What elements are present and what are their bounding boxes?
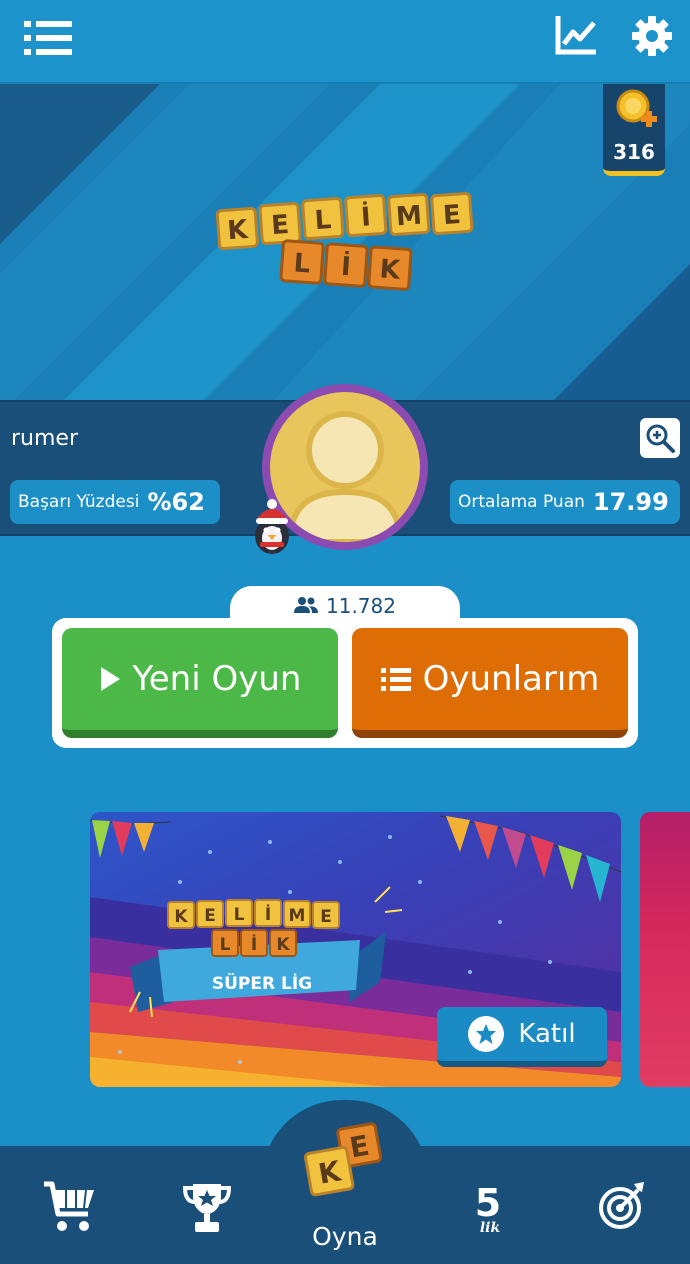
svg-text:K: K	[379, 254, 402, 285]
banner-ribbon-text: SÜPER LİG	[212, 972, 312, 994]
svg-text:E: E	[442, 200, 462, 231]
username: rumer	[11, 426, 78, 451]
my-games-button[interactable]: Oyunlarım	[352, 628, 628, 738]
join-button[interactable]: Katıl	[437, 1007, 607, 1067]
average-score-label: Ortalama Puan	[458, 492, 585, 512]
svg-text:K: K	[226, 215, 249, 246]
target-icon[interactable]	[598, 1180, 646, 1232]
star-icon	[468, 1016, 505, 1052]
play-icon	[99, 666, 121, 692]
play-label[interactable]: Oyna	[295, 1222, 395, 1251]
play-tiles-icon[interactable]: E K	[302, 1122, 388, 1202]
penguin-badge-icon	[255, 499, 289, 554]
success-rate-value: %62	[147, 488, 205, 516]
next-banner-preview[interactable]	[640, 812, 690, 1087]
new-game-label: Yeni Oyun	[132, 659, 302, 699]
kelimelik-logo: K E L İ M E L İ K	[215, 192, 474, 291]
success-rate-pill: Başarı Yüzdesi %62	[10, 480, 220, 524]
gear-icon[interactable]	[628, 12, 676, 60]
menu-list-icon[interactable]	[22, 18, 76, 58]
svg-text:E: E	[270, 210, 290, 241]
shop-cart-icon[interactable]	[42, 1180, 98, 1234]
banner-logo-letter: L	[220, 935, 231, 955]
list-icon	[380, 667, 411, 691]
trophy-icon[interactable]	[182, 1182, 232, 1234]
people-icon	[294, 597, 318, 613]
coin-count: 316	[613, 140, 655, 164]
online-count: 11.782	[326, 594, 396, 618]
top-bar	[0, 0, 690, 84]
new-game-button[interactable]: Yeni Oyun	[62, 628, 338, 738]
success-rate-label: Başarı Yüzdesi	[18, 492, 140, 512]
coin-plus-icon	[616, 89, 657, 127]
banner-logo-letter: K	[276, 935, 290, 955]
svg-text:L: L	[293, 248, 312, 279]
average-score-pill: Ortalama Puan 17.99	[450, 480, 680, 524]
svg-text:5: 5	[475, 1181, 501, 1225]
svg-text:L: L	[314, 205, 333, 236]
coins-widget[interactable]: 316	[603, 84, 665, 176]
average-score-value: 17.99	[592, 488, 669, 516]
line-chart-icon[interactable]	[554, 14, 600, 58]
five-lik-icon[interactable]: 5 lik	[464, 1180, 512, 1236]
banner-logo-letter: E	[320, 907, 332, 927]
banner-logo-letter: E	[204, 906, 216, 926]
svg-text:M: M	[395, 201, 423, 233]
join-label: Katıl	[518, 1019, 576, 1049]
banner-logo-letter: L	[234, 905, 245, 925]
banner-logo-letter: İ	[251, 933, 257, 955]
hero-banner: K E L İ M E L İ K	[0, 84, 690, 400]
zoom-in-icon	[646, 424, 675, 453]
zoom-search-button[interactable]	[640, 418, 680, 458]
banner-logo-letter: İ	[265, 903, 271, 925]
my-games-label: Oyunlarım	[422, 659, 600, 699]
banner-logo-letter: M	[289, 906, 306, 926]
svg-text:lik: lik	[480, 1220, 501, 1236]
banner-logo-letter: K	[174, 907, 188, 927]
